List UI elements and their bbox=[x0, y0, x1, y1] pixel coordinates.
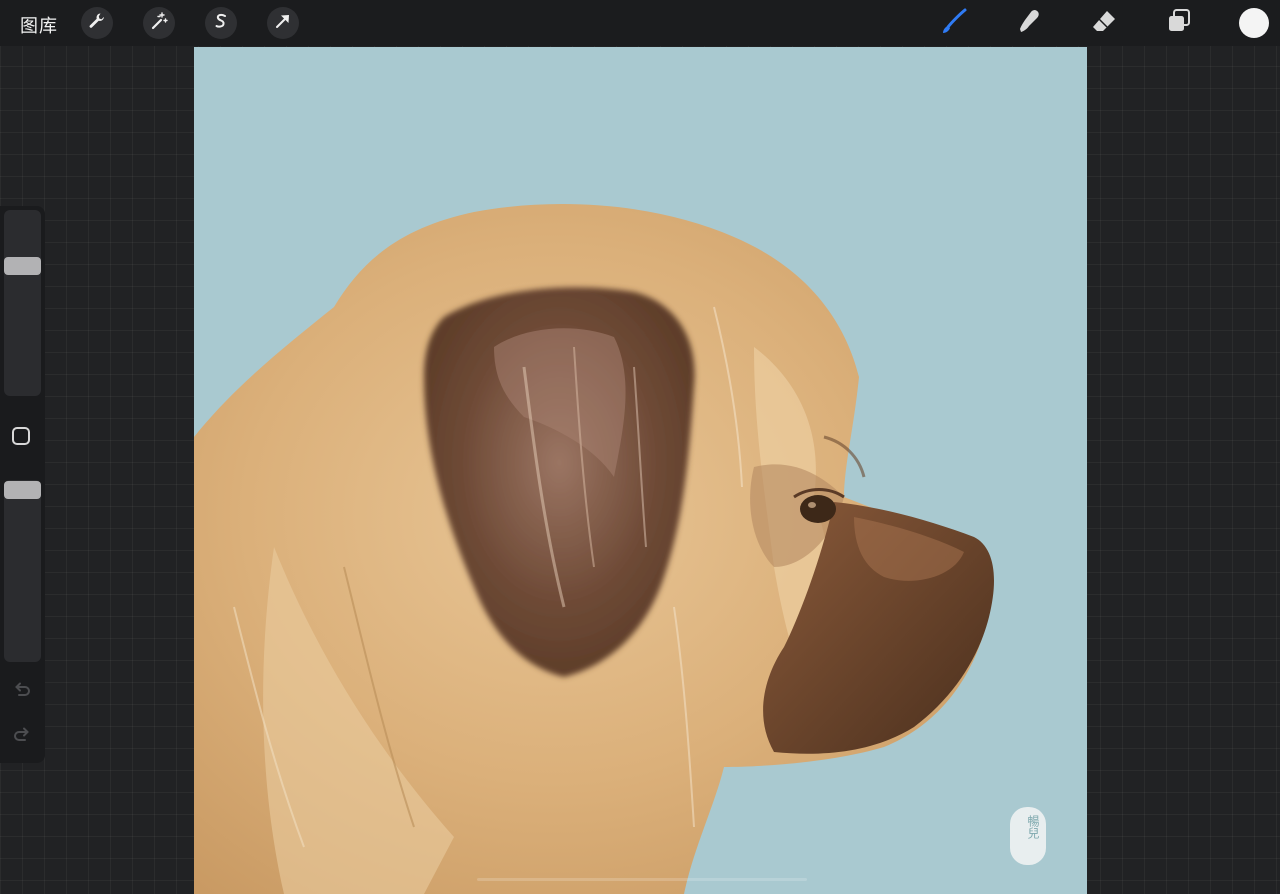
redo-icon bbox=[11, 727, 33, 750]
arrow-cursor-icon bbox=[273, 11, 293, 35]
eraser-icon bbox=[1090, 7, 1118, 39]
top-toolbar: 图库 bbox=[0, 0, 1280, 46]
brush-size-handle[interactable] bbox=[4, 257, 41, 276]
gallery-button[interactable]: 图库 bbox=[20, 12, 58, 38]
smudge-finger-icon bbox=[1015, 7, 1043, 39]
drawing-canvas[interactable]: 暢兒 bbox=[194, 47, 1087, 894]
smudge-tool[interactable] bbox=[1012, 6, 1046, 40]
brush-tool[interactable] bbox=[937, 6, 971, 40]
opacity-handle[interactable] bbox=[4, 481, 41, 499]
opacity-slider[interactable] bbox=[4, 480, 41, 662]
undo-button[interactable] bbox=[11, 679, 33, 701]
actions-button[interactable] bbox=[81, 7, 113, 39]
signature-text: 暢兒 bbox=[1026, 815, 1040, 839]
selection-button[interactable] bbox=[205, 7, 237, 39]
layers-button[interactable] bbox=[1162, 6, 1196, 40]
adjustments-button[interactable] bbox=[143, 7, 175, 39]
color-picker-button[interactable] bbox=[1239, 8, 1269, 38]
modify-button[interactable] bbox=[12, 427, 30, 445]
brush-icon bbox=[940, 7, 968, 39]
brush-size-slider[interactable] bbox=[4, 210, 41, 396]
canvas-scroll-indicator bbox=[477, 878, 807, 881]
undo-icon bbox=[11, 682, 33, 705]
wrench-icon bbox=[87, 11, 107, 35]
layers-icon bbox=[1165, 7, 1193, 39]
selection-s-icon bbox=[211, 11, 231, 35]
redo-button[interactable] bbox=[11, 724, 33, 746]
magic-wand-icon bbox=[149, 11, 169, 35]
left-sidebar bbox=[0, 206, 45, 763]
dog-painting bbox=[194, 204, 1046, 894]
eraser-tool[interactable] bbox=[1087, 6, 1121, 40]
transform-button[interactable] bbox=[267, 7, 299, 39]
